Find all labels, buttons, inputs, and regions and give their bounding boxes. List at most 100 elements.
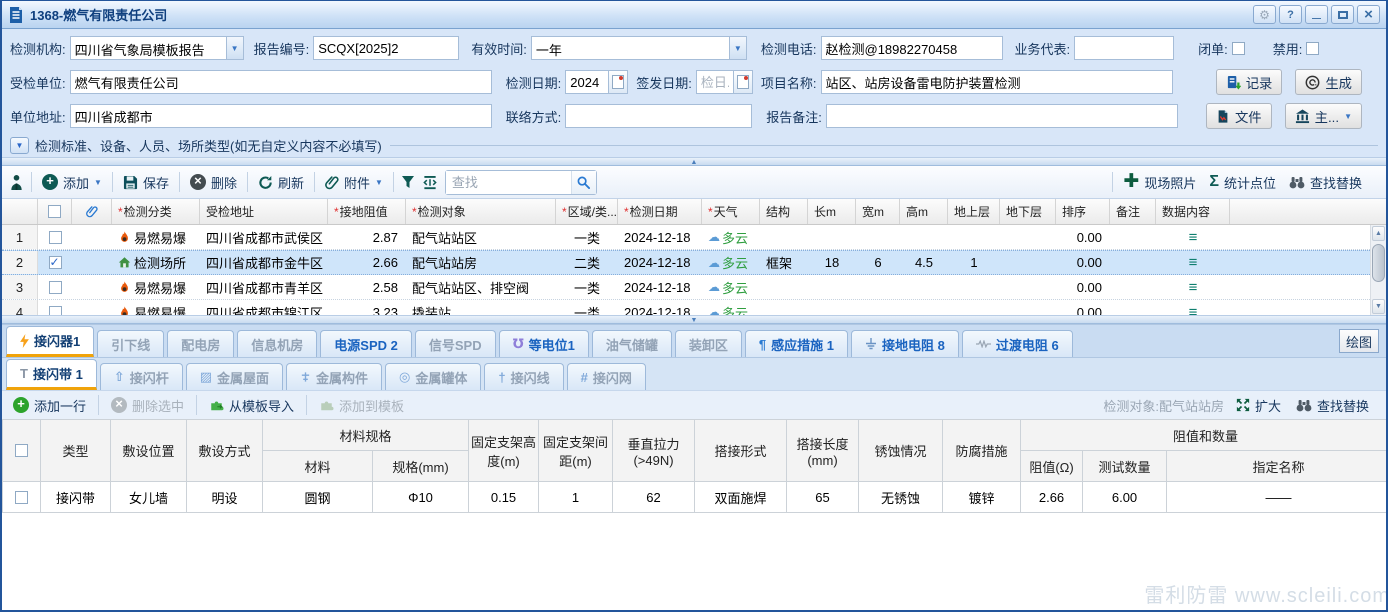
search-icon[interactable]	[571, 171, 596, 194]
cell-target[interactable]: 配气站站房	[406, 251, 556, 274]
cell-note[interactable]	[1110, 225, 1156, 249]
cell-note[interactable]	[1110, 251, 1156, 274]
cell-address[interactable]: 四川省成都市金牛区	[200, 251, 328, 274]
cell-position[interactable]: 女儿墙	[111, 482, 187, 513]
table-row[interactable]: 1 易燃易爆 四川省成都市武侯区 2.87 配气站站区 一类 2024-12-1…	[2, 225, 1386, 250]
import-template-button[interactable]: 从模板导入	[206, 394, 297, 417]
row-checkbox[interactable]	[49, 306, 62, 316]
column-header-note[interactable]: 备注	[1110, 199, 1156, 224]
cell-target[interactable]: 配气站站区	[406, 225, 556, 249]
column-header-sort[interactable]: 排序	[1056, 199, 1110, 224]
list-icon[interactable]: ≡	[1189, 254, 1198, 271]
project-input[interactable]	[821, 70, 1173, 94]
cell-weather[interactable]: ☁多云	[702, 275, 760, 299]
column-header-content[interactable]: 数据内容	[1156, 199, 1230, 224]
splitter-bottom[interactable]	[2, 315, 1386, 324]
calendar-icon[interactable]	[734, 70, 753, 94]
cell-width[interactable]	[856, 300, 900, 315]
cell-lap-type[interactable]: 双面施焊	[695, 482, 787, 513]
column-header-above[interactable]: 地上层	[948, 199, 1000, 224]
find-replace-button[interactable]: 查找替换	[1293, 394, 1372, 417]
cell-date[interactable]: 2024-12-18	[618, 300, 702, 315]
maximize-icon[interactable]	[1331, 5, 1354, 24]
cell-width[interactable]: 6	[856, 251, 900, 274]
cell-resistance[interactable]: 2.66	[328, 251, 406, 274]
tab-lightning-belt[interactable]: T 接闪带 1	[6, 359, 97, 390]
select-all-checkbox[interactable]	[15, 444, 28, 457]
cell-rust[interactable]: 无锈蚀	[859, 482, 943, 513]
detail-header-lap-type[interactable]: 搭接形式	[695, 420, 787, 482]
cell-note[interactable]	[1110, 300, 1156, 315]
table-row[interactable]: 2 检测场所 四川省成都市金牛区 2.66 配气站站房 二类 2024-12-1…	[2, 250, 1386, 275]
detail-header-spec[interactable]: 规格(mm)	[373, 451, 469, 482]
cell-sort[interactable]: 0.00	[1056, 251, 1110, 274]
cell-above[interactable]	[948, 225, 1000, 249]
phone-input[interactable]	[821, 36, 1003, 60]
cell-note[interactable]	[1110, 275, 1156, 299]
draw-button[interactable]: 绘图	[1339, 329, 1379, 353]
cell-height[interactable]	[900, 275, 948, 299]
cell-below[interactable]	[1000, 225, 1056, 249]
row-checkbox[interactable]	[49, 231, 62, 244]
row-select-cell[interactable]	[38, 251, 72, 274]
cell-sort[interactable]: 0.00	[1056, 225, 1110, 249]
detail-select-all-header[interactable]	[3, 420, 41, 482]
add-button[interactable]: + 添加	[39, 171, 105, 194]
cell-content[interactable]: ≡	[1156, 275, 1230, 299]
row-select-cell[interactable]	[38, 225, 72, 249]
rep-input[interactable]	[1074, 36, 1174, 60]
tab-metal-component[interactable]: 金属构件	[286, 363, 382, 390]
cell-content[interactable]: ≡	[1156, 300, 1230, 315]
cell-target[interactable]: 配气站站区、排空阀	[406, 275, 556, 299]
cell-height[interactable]	[900, 225, 948, 249]
test-date-input[interactable]	[565, 70, 609, 94]
detail-row[interactable]: 接闪带 女儿墙 明设 圆钢 Φ10 0.15 1 62 双面施焊 65 无锈蚀 …	[3, 482, 1387, 513]
cell-weather[interactable]: ☁多云	[702, 300, 760, 315]
refresh-button[interactable]: 刷新	[255, 171, 307, 194]
table-row[interactable]: 4 易燃易爆 四川省成都市锦江区 3.23 撬装站 一类 2024-12-18 …	[2, 300, 1386, 315]
cell-area[interactable]: 一类	[556, 275, 618, 299]
cell-structure[interactable]	[760, 300, 808, 315]
cell-resistance[interactable]: 3.23	[328, 300, 406, 315]
remark-input[interactable]	[826, 104, 1178, 128]
cell-test-count[interactable]: 6.00	[1083, 482, 1167, 513]
cell-area[interactable]: 二类	[556, 251, 618, 274]
cell-below[interactable]	[1000, 300, 1056, 315]
cell-method[interactable]: 明设	[187, 482, 263, 513]
column-header-category[interactable]: *检测分类	[112, 199, 200, 224]
detail-header-anticorrosion[interactable]: 防腐措施	[943, 420, 1021, 482]
attachment-button[interactable]: 附件	[322, 171, 386, 194]
tab-transition-resistance[interactable]: 过渡电阻 6	[962, 330, 1073, 357]
tab-metal-roof[interactable]: ▨ 金属屋面	[186, 363, 283, 390]
cell-length[interactable]	[808, 275, 856, 299]
cell-date[interactable]: 2024-12-18	[618, 251, 702, 274]
tab-power-spd[interactable]: 电源SPD 2	[320, 330, 412, 357]
cell-area[interactable]: 一类	[556, 225, 618, 249]
filter-icon[interactable]	[401, 175, 415, 189]
stats-button[interactable]: Σ 统计点位	[1206, 171, 1279, 194]
cell-weather[interactable]: ☁多云	[702, 251, 760, 274]
row-checkbox[interactable]	[15, 491, 28, 504]
columns-swap-icon[interactable]	[422, 175, 438, 190]
delete-button[interactable]: × 删除	[187, 171, 240, 194]
row-select-cell[interactable]	[38, 300, 72, 315]
cell-category[interactable]: 易燃易爆	[112, 225, 200, 249]
delete-selected-button[interactable]: × 删除选中	[108, 394, 187, 417]
detail-header-name[interactable]: 指定名称	[1167, 451, 1386, 482]
tab-air-terminal[interactable]: 接闪器1	[6, 326, 94, 357]
detail-header-position[interactable]: 敷设位置	[111, 420, 187, 482]
cell-length[interactable]	[808, 225, 856, 249]
column-header-below[interactable]: 地下层	[1000, 199, 1056, 224]
expand-button[interactable]: 扩大	[1233, 394, 1284, 417]
cell-category[interactable]: 易燃易爆	[112, 300, 200, 315]
cell-content[interactable]: ≡	[1156, 225, 1230, 249]
detail-header-resistance[interactable]: 阻值(Ω)	[1021, 451, 1083, 482]
cell-type[interactable]: 接闪带	[41, 482, 111, 513]
column-header-length[interactable]: 长m	[808, 199, 856, 224]
column-header-height[interactable]: 高m	[900, 199, 948, 224]
column-header-resistance[interactable]: *接地阻值	[328, 199, 406, 224]
column-header-structure[interactable]: 结构	[760, 199, 808, 224]
tab-metal-tank[interactable]: ◎ 金属罐体	[385, 363, 481, 390]
issue-date-input[interactable]	[696, 70, 734, 94]
tab-lightning-net[interactable]: # 接闪网	[567, 363, 646, 390]
